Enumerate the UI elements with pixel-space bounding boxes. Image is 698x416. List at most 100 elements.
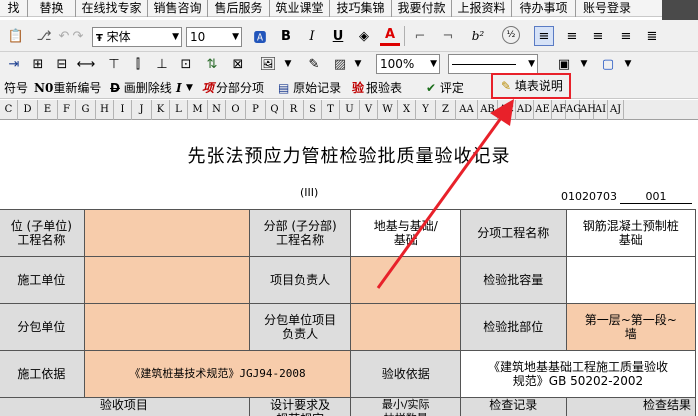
superscript-button[interactable]: b² [468,26,488,46]
column-header-x[interactable]: X [398,100,416,120]
draw-icon[interactable]: ✎ [304,54,324,74]
align-left-icon[interactable]: ≡ [534,26,554,46]
column-header-t[interactable]: T [322,100,340,120]
bracket-right-icon[interactable]: ¬ [438,26,458,46]
column-header-u[interactable]: U [340,100,360,120]
underline-button[interactable]: U [328,26,348,46]
menu-tips[interactable]: 技巧集锦 [330,0,392,17]
cell-unit-value[interactable] [83,209,250,257]
align-right-icon[interactable]: ≡ [588,26,608,46]
column-header-e[interactable]: E [38,100,58,120]
valign-bottom-icon[interactable]: ⊥ [152,54,172,74]
wrap-icon[interactable]: ⊞ [28,54,48,74]
fill-color-icon[interactable]: ◈ [354,26,374,46]
chevron-down-icon[interactable]: ▼ [574,54,594,74]
column-header-d[interactable]: D [18,100,38,120]
valign-middle-icon[interactable]: ⫿ [128,54,148,74]
bold-button[interactable]: B [276,26,296,46]
column-header-k[interactable]: K [152,100,170,120]
renumber-button[interactable]: N0重新编号 [34,79,101,97]
chevron-down-icon[interactable]: ▼ [348,54,368,74]
cell-location-value[interactable]: 第一层~第一段~ 墙 [565,303,697,351]
column-width-icon[interactable]: ⟷ [76,54,96,74]
column-header-r[interactable]: R [284,100,304,120]
chevron-down-icon[interactable]: ▼ [186,79,193,97]
font-size-select[interactable]: 10 ▼ [186,27,242,47]
original-record-button[interactable]: ▤ 原始记录 [278,79,341,97]
insert-row-icon[interactable]: ⇅ [202,54,222,74]
column-header-ac[interactable]: AC [498,100,516,120]
border-style-icon[interactable]: ▢ [598,54,618,74]
menu-find[interactable]: 找 [0,0,28,17]
strike-button[interactable]: D 画删除线 [110,79,172,97]
cell-sub-manager-value[interactable] [350,303,461,351]
fill-instructions-button[interactable]: ✎ 填表说明 [491,73,571,99]
symbol-button[interactable]: 符号 [4,79,28,97]
column-header-aa[interactable]: AA [456,100,478,120]
paste-icon[interactable]: 📋 [6,26,26,46]
underline-quick-button[interactable]: I [176,79,182,97]
column-header-af[interactable]: AF [552,100,566,120]
redo-icon[interactable]: ↷ [68,26,88,46]
column-header-l[interactable]: L [170,100,188,120]
spreadsheet-area[interactable]: 先张法预应力管桩检验批质量验收记录 (III) 01020703 001 位 (… [0,120,698,416]
chevron-down-icon[interactable]: ▼ [618,54,638,74]
column-header-m[interactable]: M [188,100,208,120]
cell-subdivision-value[interactable]: 地基与基础/ 基础 [350,209,461,257]
merge-cells-icon[interactable]: ⊡ [176,54,196,74]
cell-item-value[interactable]: 钢筋混凝土预制桩 基础 [565,209,697,257]
cell-subcontractor-value[interactable] [83,303,250,351]
column-header-aj[interactable]: AJ [608,100,624,120]
column-header-h[interactable]: H [96,100,114,120]
column-header-y[interactable]: Y [416,100,436,120]
column-header-z[interactable]: Z [436,100,456,120]
cell-capacity-value[interactable] [565,256,697,304]
column-header-ad[interactable]: AD [516,100,534,120]
align-distributed-icon[interactable]: ≣ [642,26,662,46]
font-name-select[interactable]: Ŧ 宋体 ▼ [92,27,182,47]
column-header-i[interactable]: I [114,100,132,120]
column-header-j[interactable]: J [132,100,152,120]
bracket-left-icon[interactable]: ⌐ [410,26,430,46]
zoom-select[interactable]: 100% ▼ [376,54,440,74]
align-justify-icon[interactable]: ≡ [616,26,636,46]
column-header-q[interactable]: Q [266,100,284,120]
format-painter-icon[interactable]: ⎇ [34,26,54,46]
column-header-n[interactable]: N [208,100,226,120]
column-header-f[interactable]: F [58,100,76,120]
column-header-o[interactable]: O [226,100,246,120]
italic-button[interactable]: I [302,26,322,46]
menu-todo[interactable]: 待办事项 [512,0,576,17]
delete-row-icon[interactable]: ⊠ [228,54,248,74]
column-header-c[interactable]: C [0,100,18,120]
menu-report[interactable]: 上报资料 [452,0,512,17]
column-header-p[interactable]: P [246,100,266,120]
column-header-ae[interactable]: AE [534,100,552,120]
menu-pay[interactable]: 我要付款 [392,0,452,17]
chevron-down-icon[interactable]: ▼ [278,54,298,74]
column-header-ah[interactable]: AH [580,100,596,120]
column-header-g[interactable]: G [76,100,96,120]
valign-top-icon[interactable]: ⊤ [104,54,124,74]
table-icon[interactable]: ⊟ [52,54,72,74]
column-header-ag[interactable]: AG [566,100,581,120]
font-color-icon[interactable]: 🅰 [250,26,270,46]
evaluate-button[interactable]: ✔ 评定 [426,79,464,97]
menu-online-expert[interactable]: 在线找专家 [76,0,148,17]
image-icon[interactable]: 🖼 [258,54,278,74]
menu-course[interactable]: 筑业课堂 [270,0,330,17]
menu-sales-consult[interactable]: 销售咨询 [148,0,208,17]
align-center-icon[interactable]: ≡ [562,26,582,46]
indent-icon[interactable]: ⇥ [4,54,24,74]
menu-login[interactable]: 账号登录 [576,0,638,17]
split-item-button[interactable]: 项分部分项 [202,79,264,97]
border-color-icon[interactable]: ▣ [554,54,574,74]
column-header-w[interactable]: W [378,100,398,120]
text-color-icon[interactable]: A [380,26,400,46]
column-header-v[interactable]: V [360,100,378,120]
report-table-button[interactable]: 验报验表 [352,79,402,97]
half-icon[interactable]: ½ [502,26,520,44]
cell-contractor-value[interactable] [83,256,250,304]
column-header-ai[interactable]: AI [594,100,608,120]
cell-manager-value[interactable] [350,256,461,304]
